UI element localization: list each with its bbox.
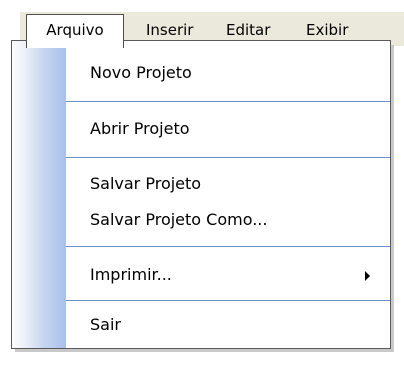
dropdown-shadow — [15, 349, 394, 352]
right-triangle-icon — [365, 271, 370, 281]
menu-separator — [66, 101, 390, 102]
menu-exibir[interactable]: Exibir — [306, 19, 348, 41]
menu-item-imprimir[interactable]: Imprimir... — [66, 259, 390, 291]
menu-item-label: Imprimir... — [90, 265, 172, 284]
menu-item-salvar-projeto[interactable]: Salvar Projeto — [66, 168, 390, 200]
menu-item-abrir-projeto[interactable]: Abrir Projeto — [66, 113, 390, 145]
menu-item-label: Novo Projeto — [90, 63, 192, 82]
menu-item-label: Abrir Projeto — [90, 119, 190, 138]
menu-item-label: Salvar Projeto Como... — [90, 210, 268, 229]
menu-item-label: Salvar Projeto — [90, 174, 202, 193]
menu-editar[interactable]: Editar — [226, 19, 270, 41]
menu-item-sair[interactable]: Sair — [66, 309, 390, 341]
arquivo-dropdown-menu: Novo Projeto Abrir Projeto Salvar Projet… — [11, 40, 391, 349]
application-window: Arquivo Inserir Editar Exibir Novo Proje… — [0, 0, 404, 365]
menu-separator — [66, 157, 390, 158]
menu-item-novo-projeto[interactable]: Novo Projeto — [66, 57, 390, 89]
menu-inserir[interactable]: Inserir — [146, 19, 193, 41]
menu-arquivo[interactable]: Arquivo — [26, 14, 124, 48]
menu-separator — [66, 246, 390, 247]
menu-item-label: Sair — [90, 315, 121, 334]
menu-separator — [66, 300, 390, 301]
menu-icon-gutter — [12, 41, 66, 348]
dropdown-shadow — [391, 45, 394, 350]
menu-item-salvar-projeto-como[interactable]: Salvar Projeto Como... — [66, 204, 390, 236]
